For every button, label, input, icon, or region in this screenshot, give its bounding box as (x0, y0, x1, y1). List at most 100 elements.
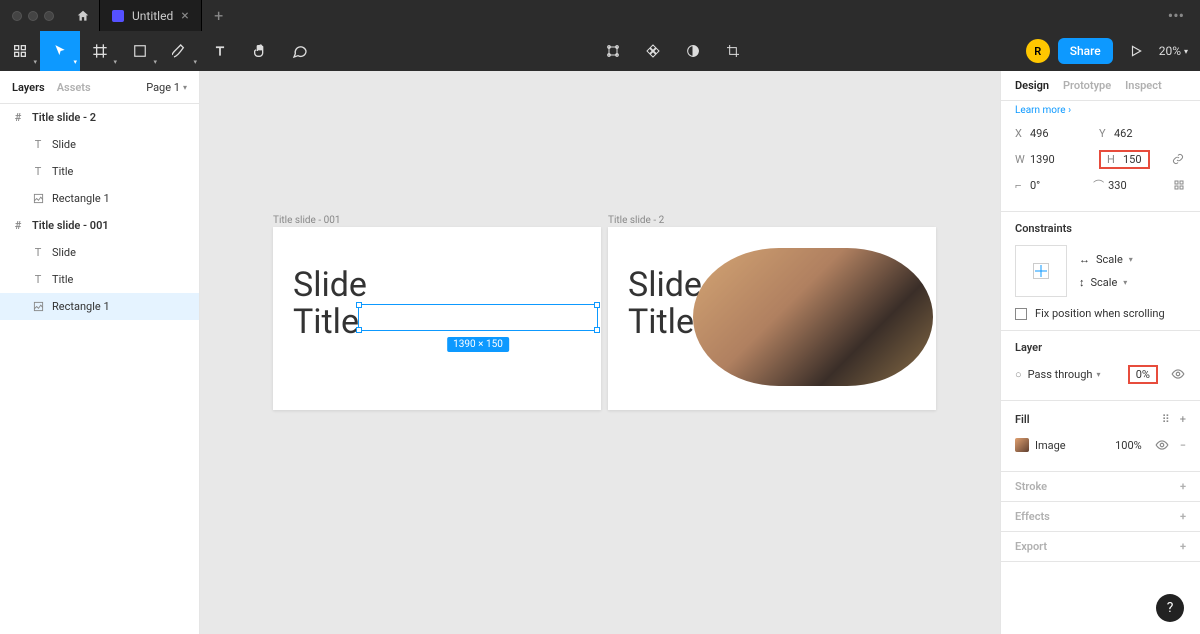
main-menu-button[interactable]: ▾ (0, 31, 40, 71)
traffic-light[interactable] (12, 11, 22, 21)
radius-icon: ⌒ (1093, 177, 1103, 193)
opacity-field-highlighted[interactable]: 0% (1128, 365, 1158, 384)
text-icon: T (32, 166, 44, 178)
present-button[interactable] (1121, 44, 1151, 58)
v-constraint-dropdown[interactable]: ↕Scale▾ (1079, 276, 1133, 289)
design-tab[interactable]: Design (1015, 79, 1049, 92)
user-avatar[interactable]: R (1026, 39, 1050, 63)
radius-field[interactable]: 330 (1108, 179, 1127, 192)
blend-mode-dropdown[interactable]: Pass through▾ (1028, 368, 1101, 381)
chevron-down-icon: ▾ (153, 58, 157, 66)
layer-text[interactable]: T Title (0, 158, 199, 185)
stroke-section[interactable]: Stroke+ (1001, 472, 1200, 502)
layers-tab[interactable]: Layers (12, 81, 45, 94)
window-tabbar: Untitled × + ••• (0, 0, 1200, 31)
remove-fill-icon[interactable]: − (1180, 439, 1186, 452)
crop-tool[interactable] (713, 31, 753, 71)
h-arrow-icon: ↔ (1079, 253, 1090, 266)
traffic-light[interactable] (28, 11, 38, 21)
share-button[interactable]: Share (1058, 38, 1113, 64)
tab-title: Untitled (132, 9, 173, 23)
layers-panel: Layers Assets Page 1▾ # Title slide - 2 … (0, 71, 200, 634)
w-field[interactable]: 1390 (1030, 153, 1055, 166)
v-arrow-icon: ↕ (1079, 276, 1085, 289)
layer-text[interactable]: T Title (0, 266, 199, 293)
canvas[interactable]: Title slide - 001 SlideTitle 1390 × 150 … (200, 71, 1000, 634)
chevron-down-icon: ▾ (193, 58, 197, 66)
move-tool[interactable]: ▾ (40, 31, 80, 71)
size-badge: 1390 × 150 (447, 337, 509, 352)
add-stroke-icon[interactable]: + (1180, 480, 1186, 493)
mask-tool[interactable] (673, 31, 713, 71)
link-dimensions-icon[interactable] (1170, 151, 1186, 167)
add-fill-icon[interactable]: + (1180, 413, 1186, 426)
prototype-tab[interactable]: Prototype (1063, 79, 1111, 92)
image-icon (32, 301, 44, 313)
x-field[interactable]: 496 (1030, 127, 1049, 140)
visibility-icon[interactable] (1154, 437, 1170, 453)
rotation-field[interactable]: 0° (1030, 179, 1040, 192)
page-selector[interactable]: Page 1▾ (146, 81, 187, 94)
layer-frame[interactable]: # Title slide - 2 (0, 104, 199, 131)
chevron-down-icon: ▾ (73, 58, 77, 66)
fill-section: Fill ⠿ + Image 100% − (1001, 401, 1200, 472)
visibility-icon[interactable] (1170, 366, 1186, 382)
export-section[interactable]: Export+ (1001, 532, 1200, 562)
zoom-dropdown[interactable]: 20%▾ (1159, 44, 1188, 58)
hand-tool[interactable] (240, 31, 280, 71)
independent-corners-icon[interactable] (1171, 177, 1186, 193)
angle-icon: ⌐ (1015, 179, 1025, 192)
new-tab-button[interactable]: + (202, 6, 236, 25)
selection-box[interactable]: 1390 × 150 (358, 304, 598, 331)
layer-image[interactable]: Rectangle 1 (0, 185, 199, 212)
frame-tool[interactable]: ▾ (80, 31, 120, 71)
fix-position-checkbox[interactable]: Fix position when scrolling (1015, 307, 1186, 320)
close-tab-icon[interactable]: × (181, 8, 188, 24)
h-constraint-dropdown[interactable]: ↔Scale▾ (1079, 253, 1133, 266)
design-panel: Design Prototype Inspect Learn more › X4… (1000, 71, 1200, 634)
edit-object-tool[interactable] (593, 31, 633, 71)
checkbox-icon (1015, 308, 1027, 320)
assets-tab[interactable]: Assets (57, 81, 91, 94)
frame-label[interactable]: Title slide - 2 (608, 215, 664, 226)
chevron-down-icon: ▾ (183, 83, 187, 92)
blend-icon: ○ (1015, 368, 1022, 381)
chevron-down-icon: ▾ (113, 58, 117, 66)
traffic-light[interactable] (44, 11, 54, 21)
inspect-tab[interactable]: Inspect (1125, 79, 1162, 92)
add-export-icon[interactable]: + (1180, 540, 1186, 553)
chevron-down-icon: ▾ (1129, 255, 1133, 264)
h-field-highlighted[interactable]: H150 (1099, 150, 1150, 169)
component-tool[interactable] (633, 31, 673, 71)
image-placeholder[interactable] (693, 248, 933, 386)
text-tool[interactable] (200, 31, 240, 71)
home-button[interactable] (66, 0, 100, 31)
layer-text[interactable]: T Slide (0, 239, 199, 266)
fill-swatch[interactable] (1015, 438, 1029, 452)
frame-icon: # (12, 112, 24, 124)
frame-label[interactable]: Title slide - 001 (273, 215, 340, 226)
add-effect-icon[interactable]: + (1180, 510, 1186, 523)
learn-more-link[interactable]: Learn more › (1001, 101, 1200, 113)
chevron-down-icon: ▾ (1123, 278, 1127, 287)
layer-image-selected[interactable]: Rectangle 1 (0, 293, 199, 320)
help-button[interactable]: ? (1156, 594, 1184, 622)
more-menu-icon[interactable]: ••• (1152, 6, 1200, 25)
shape-tool[interactable]: ▾ (120, 31, 160, 71)
slide-title-text: SlideTitle (628, 267, 702, 342)
y-field[interactable]: 462 (1114, 127, 1133, 140)
figma-file-icon (112, 10, 124, 22)
styles-icon[interactable]: ⠿ (1158, 411, 1174, 427)
document-tab[interactable]: Untitled × (100, 0, 202, 31)
layer-text[interactable]: T Slide (0, 131, 199, 158)
properties-section: X496 Y462 W1390 H150 ⌐0° ⌒330 (1001, 113, 1200, 212)
effects-section[interactable]: Effects+ (1001, 502, 1200, 532)
frame-2[interactable]: SlideTitle (608, 227, 936, 410)
chevron-down-icon: ▾ (33, 58, 37, 66)
fill-type[interactable]: Image (1035, 439, 1066, 452)
layer-frame[interactable]: # Title slide - 001 (0, 212, 199, 239)
fill-opacity[interactable]: 100% (1115, 439, 1142, 452)
comment-tool[interactable] (280, 31, 320, 71)
constraints-control[interactable] (1015, 245, 1067, 297)
pen-tool[interactable]: ▾ (160, 31, 200, 71)
